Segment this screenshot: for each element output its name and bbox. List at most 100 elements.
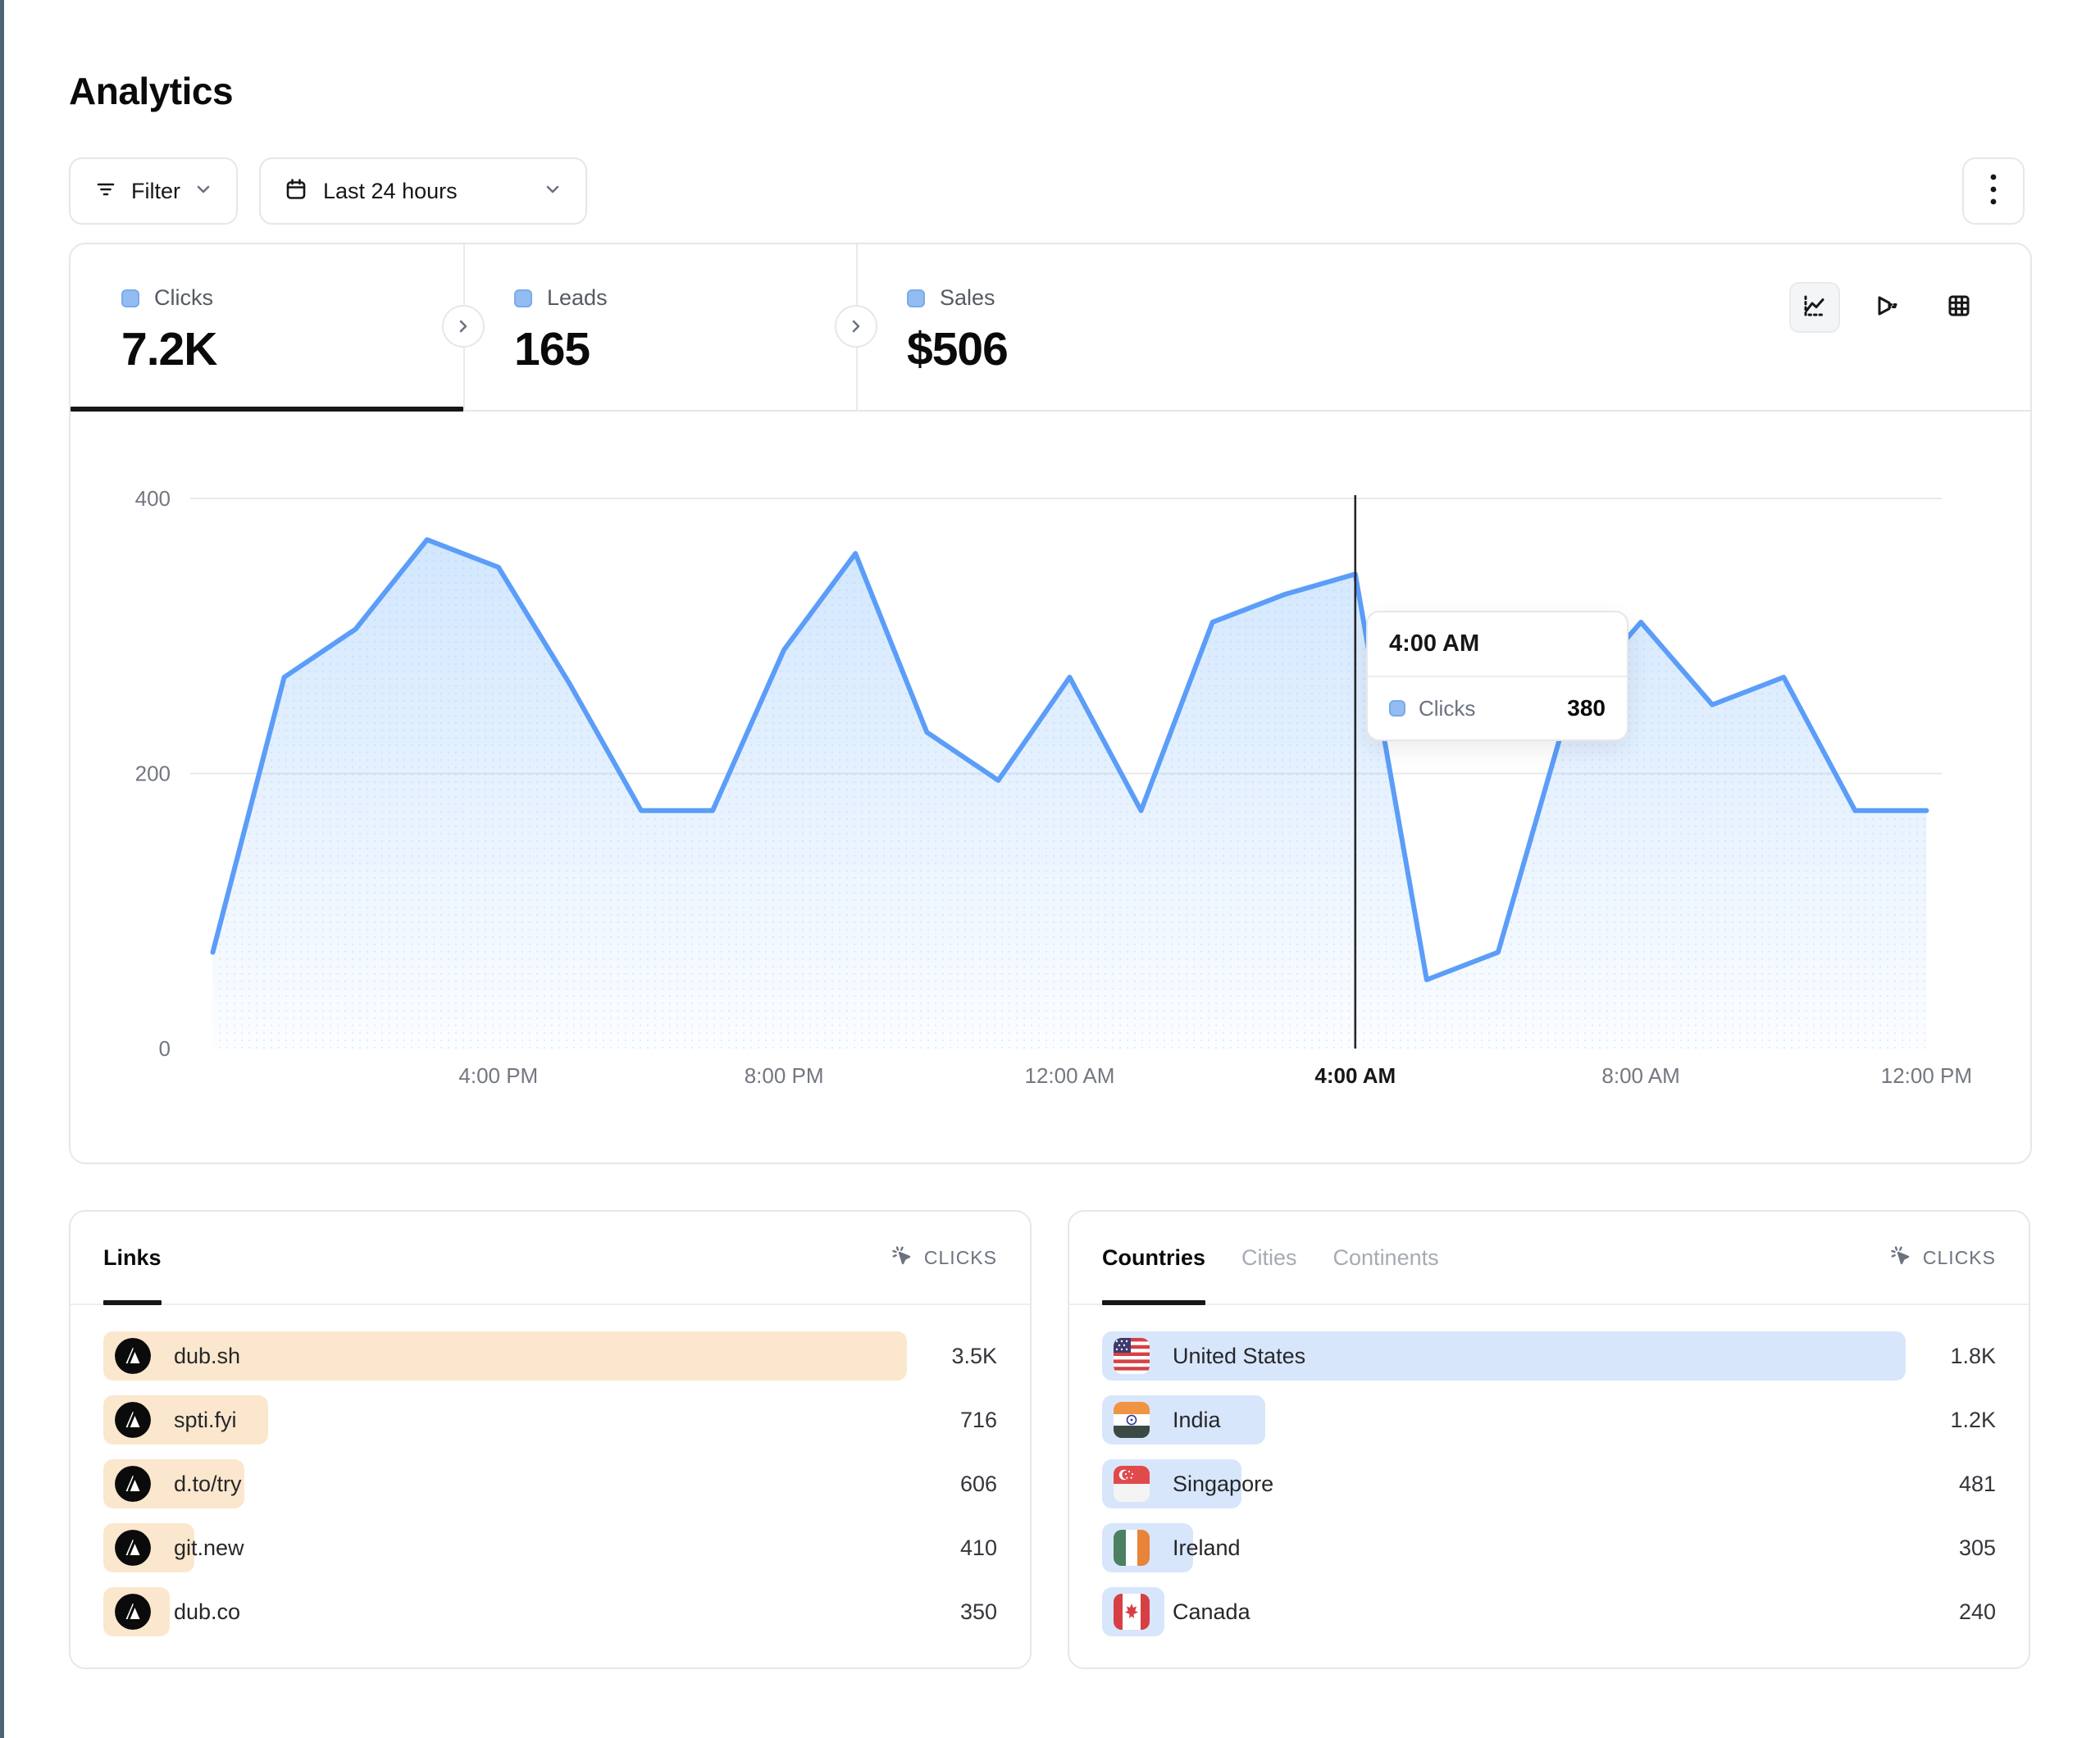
tab-countries[interactable]: Countries bbox=[1102, 1212, 1205, 1304]
ie-flag-icon bbox=[1114, 1530, 1150, 1566]
link-favicon bbox=[115, 1402, 151, 1438]
kebab-icon bbox=[1989, 171, 1998, 212]
link-row-dub.sh[interactable]: dub.sh 3.5K bbox=[103, 1331, 997, 1381]
row-value: 410 bbox=[907, 1536, 997, 1561]
row-label: United States bbox=[1173, 1344, 1305, 1369]
page-title: Analytics bbox=[69, 69, 233, 113]
geo-metric-selector[interactable]: CLICKS bbox=[1888, 1244, 1996, 1272]
geo-metric-label: CLICKS bbox=[1923, 1247, 1996, 1269]
geo-rows: United States 1.8K India 1.2K Singapore 481 Ir… bbox=[1069, 1305, 2029, 1636]
country-row-Canada[interactable]: Canada 240 bbox=[1102, 1587, 1996, 1636]
x-axis-tick: 4:00 AM bbox=[1314, 1063, 1396, 1088]
cursor-click-icon bbox=[1888, 1244, 1913, 1272]
sales-legend-swatch bbox=[907, 289, 925, 307]
link-favicon bbox=[115, 1530, 151, 1566]
link-row-git.new[interactable]: git.new 410 bbox=[103, 1523, 997, 1572]
date-range-button[interactable]: Last 24 hours bbox=[259, 157, 587, 225]
tab-sales[interactable]: Sales $506 bbox=[856, 244, 1282, 410]
geo-panel: Countries Cities Continents CLICKS United … bbox=[1068, 1210, 2030, 1669]
x-axis-tick: 8:00 AM bbox=[1601, 1063, 1679, 1088]
line-chart-icon bbox=[1800, 291, 1829, 325]
tooltip-value: 380 bbox=[1567, 695, 1606, 721]
link-row-dub.co[interactable]: dub.co 350 bbox=[103, 1587, 997, 1636]
table-view-button[interactable] bbox=[1934, 282, 1984, 333]
line-chart-view-button[interactable] bbox=[1789, 282, 1840, 333]
ca-flag-icon bbox=[1114, 1594, 1150, 1630]
funnel-view-button[interactable] bbox=[1861, 282, 1912, 333]
country-row-Ireland[interactable]: Ireland 305 bbox=[1102, 1523, 1996, 1572]
row-label: Ireland bbox=[1173, 1536, 1241, 1561]
y-axis-tick: 0 bbox=[159, 1036, 171, 1061]
row-value: 481 bbox=[1906, 1472, 1996, 1497]
more-options-button[interactable] bbox=[1962, 157, 2025, 225]
sales-value: $506 bbox=[907, 322, 1282, 376]
row-label: India bbox=[1173, 1408, 1221, 1433]
links-rows: dub.sh 3.5K spti.fyi 716 d.to/try 606 git.new 4… bbox=[71, 1305, 1030, 1636]
stats-tabs: Clicks 7.2K Leads 165 Sales $506 bbox=[71, 244, 2030, 412]
clicks-timeseries-chart[interactable]: 400 200 0 4:00 PM 8:00 PM 12:00 AM 4:00 AM 8:00… bbox=[71, 412, 2034, 1166]
row-label: git.new bbox=[174, 1536, 244, 1561]
row-label: spti.fyi bbox=[174, 1408, 237, 1433]
toolbar: Filter Last 24 hours bbox=[69, 157, 2025, 225]
row-label: d.to/try bbox=[174, 1472, 242, 1497]
country-row-India[interactable]: India 1.2K bbox=[1102, 1395, 1996, 1445]
x-axis-tick: 8:00 PM bbox=[745, 1063, 824, 1088]
us-flag-icon bbox=[1114, 1338, 1150, 1374]
row-value: 3.5K bbox=[907, 1344, 997, 1369]
row-value: 606 bbox=[907, 1472, 997, 1497]
x-axis-tick: 12:00 PM bbox=[1881, 1063, 1972, 1088]
row-label: Canada bbox=[1173, 1599, 1250, 1625]
in-flag-icon bbox=[1114, 1402, 1150, 1438]
row-value: 350 bbox=[907, 1599, 997, 1625]
row-value: 716 bbox=[907, 1408, 997, 1433]
row-label: Singapore bbox=[1173, 1472, 1273, 1497]
link-favicon bbox=[115, 1594, 151, 1630]
country-row-Singapore[interactable]: Singapore 481 bbox=[1102, 1459, 1996, 1508]
row-label: dub.co bbox=[174, 1599, 240, 1625]
leads-legend-swatch bbox=[514, 289, 532, 307]
sales-tab-label: Sales bbox=[940, 285, 995, 311]
window-edge bbox=[0, 0, 4, 1738]
tooltip-time: 4:00 AM bbox=[1368, 612, 1627, 677]
cursor-click-icon bbox=[890, 1244, 914, 1272]
row-label: dub.sh bbox=[174, 1344, 240, 1369]
leads-tab-label: Leads bbox=[547, 285, 608, 311]
tab-links[interactable]: Links bbox=[103, 1212, 162, 1304]
chart-type-switcher bbox=[1789, 282, 1984, 333]
clicks-legend-swatch bbox=[121, 289, 139, 307]
expand-leads-sales-button[interactable] bbox=[835, 305, 877, 348]
tooltip-series-label: Clicks bbox=[1419, 696, 1554, 721]
clicks-value: 7.2K bbox=[121, 322, 463, 376]
row-value: 305 bbox=[1906, 1536, 1996, 1561]
tab-cities[interactable]: Cities bbox=[1241, 1212, 1297, 1304]
links-metric-label: CLICKS bbox=[924, 1247, 997, 1269]
country-row-United States[interactable]: United States 1.8K bbox=[1102, 1331, 1996, 1381]
tooltip-series-swatch bbox=[1389, 700, 1405, 717]
link-row-d.to/try[interactable]: d.to/try 606 bbox=[103, 1459, 997, 1508]
row-value: 240 bbox=[1906, 1599, 1996, 1625]
row-value: 1.8K bbox=[1906, 1344, 1996, 1369]
clicks-tab-label: Clicks bbox=[154, 285, 213, 311]
area-texture bbox=[213, 539, 1927, 1049]
sg-flag-icon bbox=[1114, 1466, 1150, 1502]
row-value: 1.2K bbox=[1906, 1408, 1996, 1433]
links-panel: Links CLICKS dub.sh 3.5K spti.fyi 716 d.to/t… bbox=[69, 1210, 1032, 1669]
tab-leads[interactable]: Leads 165 bbox=[463, 244, 856, 410]
links-metric-selector[interactable]: CLICKS bbox=[890, 1244, 997, 1272]
y-axis-tick: 400 bbox=[135, 486, 171, 511]
y-axis-tick: 200 bbox=[135, 762, 171, 786]
chevron-down-icon bbox=[194, 180, 213, 203]
date-range-label: Last 24 hours bbox=[323, 179, 528, 204]
x-axis-tick: 12:00 AM bbox=[1025, 1063, 1115, 1088]
tab-continents[interactable]: Continents bbox=[1333, 1212, 1439, 1304]
leads-value: 165 bbox=[514, 322, 856, 376]
chevron-down-icon bbox=[543, 180, 563, 203]
filter-button[interactable]: Filter bbox=[69, 157, 238, 225]
expand-clicks-leads-button[interactable] bbox=[442, 305, 485, 348]
link-row-spti.fyi[interactable]: spti.fyi 716 bbox=[103, 1395, 997, 1445]
tab-clicks[interactable]: Clicks 7.2K bbox=[71, 244, 463, 410]
chart-tooltip: 4:00 AM Clicks 380 bbox=[1366, 611, 1629, 741]
filter-button-label: Filter bbox=[131, 179, 180, 204]
x-axis-tick: 4:00 PM bbox=[458, 1063, 538, 1088]
funnel-chart-icon bbox=[1872, 291, 1902, 325]
